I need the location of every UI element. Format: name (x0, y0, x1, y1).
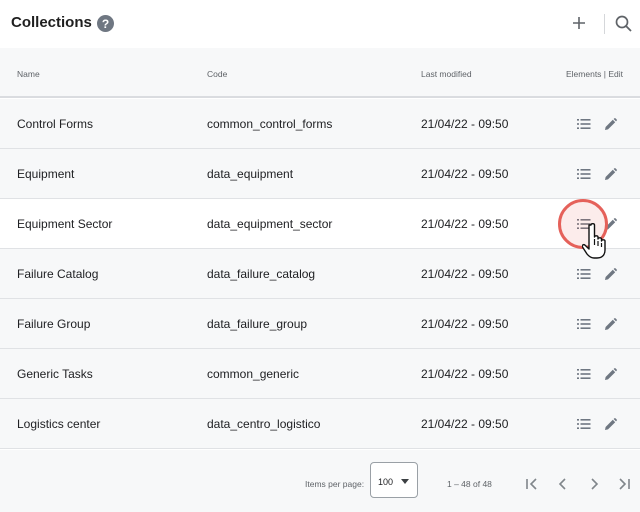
elements-button[interactable] (574, 114, 594, 134)
table-row[interactable]: Logistics center data_centro_logistico 2… (0, 399, 640, 449)
list-icon (577, 119, 591, 129)
table-row[interactable]: Equipment Sector data_equipment_sector 2… (0, 199, 640, 249)
row-name: Equipment Sector (17, 217, 113, 231)
edit-button[interactable] (600, 314, 620, 334)
list-icon (577, 419, 591, 429)
table-header: Name Code Last modified Elements | Edit (0, 48, 640, 98)
row-name: Generic Tasks (17, 367, 93, 381)
row-last-modified: 21/04/22 - 09:50 (421, 217, 509, 231)
previous-page-button[interactable] (555, 476, 571, 492)
pagination-bar: Items per page: 100 1 – 48 of 48 (0, 450, 640, 512)
search-icon (615, 15, 632, 32)
pencil-icon (604, 317, 617, 330)
row-code: data_failure_group (207, 317, 308, 331)
pencil-icon (604, 267, 617, 280)
edit-button[interactable] (600, 164, 620, 184)
row-last-modified: 21/04/22 - 09:50 (421, 117, 509, 131)
items-per-page-select[interactable]: 100 (370, 462, 418, 498)
row-last-modified: 21/04/22 - 09:50 (421, 367, 509, 381)
elements-button[interactable] (574, 414, 594, 434)
column-header-code[interactable]: Code (207, 69, 227, 79)
row-name: Equipment (17, 167, 75, 181)
row-name: Logistics center (17, 417, 101, 431)
elements-button[interactable] (574, 264, 594, 284)
list-icon (577, 269, 591, 279)
chevron-left-icon (558, 478, 566, 490)
first-page-icon (526, 478, 537, 490)
row-last-modified: 21/04/22 - 09:50 (421, 317, 509, 331)
pagination-range: 1 – 48 of 48 (447, 479, 492, 489)
row-last-modified: 21/04/22 - 09:50 (421, 267, 509, 281)
elements-button[interactable] (574, 364, 594, 384)
caret-down-icon (401, 479, 409, 484)
row-code: data_equipment (207, 167, 294, 181)
column-header-actions: Elements | Edit (566, 69, 624, 79)
row-name: Control Forms (17, 117, 94, 131)
pencil-icon (604, 117, 617, 130)
pencil-icon (604, 417, 617, 430)
edit-button[interactable] (600, 364, 620, 384)
next-page-button[interactable] (586, 476, 602, 492)
first-page-button[interactable] (524, 476, 540, 492)
items-per-page-value: 100 (378, 477, 394, 487)
chevron-right-icon (591, 478, 599, 490)
items-per-page-label: Items per page: (305, 479, 365, 489)
list-icon (577, 319, 591, 329)
column-header-last-modified[interactable]: Last modified (421, 69, 472, 79)
search-button[interactable] (614, 14, 634, 34)
help-icon[interactable]: ? (97, 15, 114, 32)
list-icon (577, 169, 591, 179)
page-header: Collections ? (0, 0, 640, 48)
page-title: Collections (11, 14, 92, 31)
row-code: data_centro_logistico (207, 417, 321, 431)
edit-button[interactable] (600, 264, 620, 284)
row-last-modified: 21/04/22 - 09:50 (421, 417, 509, 431)
hand-cursor-icon (582, 223, 606, 259)
add-collection-button[interactable] (569, 12, 589, 34)
last-page-button[interactable] (616, 476, 632, 492)
pencil-icon (604, 367, 617, 380)
row-code: data_equipment_sector (207, 217, 333, 231)
elements-button[interactable] (574, 314, 594, 334)
edit-button[interactable] (600, 414, 620, 434)
column-header-name[interactable]: Name (17, 69, 40, 79)
elements-button[interactable] (574, 164, 594, 184)
list-icon (577, 369, 591, 379)
row-last-modified: 21/04/22 - 09:50 (421, 167, 509, 181)
table-row[interactable]: Generic Tasks common_generic 21/04/22 - … (0, 349, 640, 399)
row-name: Failure Catalog (17, 267, 99, 281)
table-row[interactable]: Control Forms common_control_forms 21/04… (0, 99, 640, 149)
pencil-icon (604, 167, 617, 180)
row-name: Failure Group (17, 317, 91, 331)
plus-icon (573, 17, 585, 29)
table-row[interactable]: Failure Catalog data_failure_catalog 21/… (0, 249, 640, 299)
edit-button[interactable] (600, 114, 620, 134)
header-divider (604, 14, 605, 34)
row-code: common_generic (207, 367, 300, 381)
row-code: data_failure_catalog (207, 267, 316, 281)
row-code: common_control_forms (207, 117, 333, 131)
table-row[interactable]: Equipment data_equipment 21/04/22 - 09:5… (0, 149, 640, 199)
last-page-icon (619, 478, 630, 490)
table-row[interactable]: Failure Group data_failure_group 21/04/2… (0, 299, 640, 349)
